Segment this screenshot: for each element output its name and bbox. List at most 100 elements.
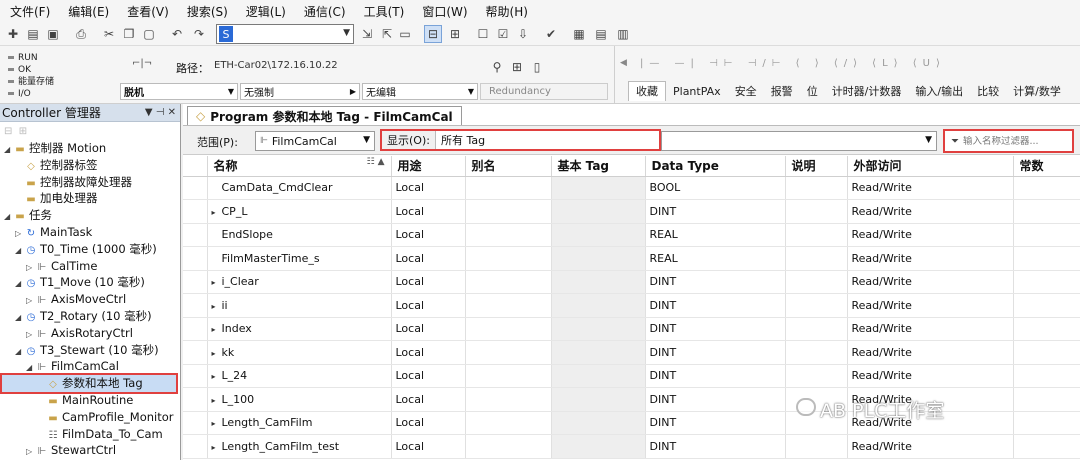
copy-icon[interactable]: ❐ [120, 25, 138, 43]
cell-name[interactable]: FilmMasterTime_s [207, 246, 392, 271]
cell-constant[interactable] [1013, 434, 1080, 459]
cell-alias[interactable] [465, 223, 552, 247]
cell-data-type[interactable]: DINT [645, 340, 786, 365]
cell-usage[interactable]: Local [391, 293, 466, 318]
search-combo[interactable]: S ▼ [216, 24, 354, 44]
cell-external-access[interactable]: Read/Write [847, 293, 1014, 318]
col-description[interactable]: 说明 [785, 156, 848, 177]
cell-base-tag[interactable] [551, 411, 646, 435]
expand-icon[interactable]: ▸ [212, 372, 222, 381]
menu-item[interactable]: 帮助(H) [480, 3, 534, 20]
cell-description[interactable] [785, 223, 848, 247]
offline-icon[interactable]: ▥ [614, 25, 632, 43]
tree-node[interactable]: ◇ 控制器标签 [15, 157, 97, 174]
expand-icon[interactable]: ▷ [26, 259, 36, 276]
cell-external-access[interactable]: Read/Write [847, 223, 1014, 247]
cell-data-type[interactable]: DINT [645, 270, 786, 294]
collapse-icon[interactable]: ◢ [15, 343, 25, 360]
pin-close-icons[interactable]: ▼ ⊣ ✕ [145, 107, 176, 118]
row-gutter[interactable] [183, 411, 208, 435]
cell-name[interactable]: ▸ Index [207, 317, 392, 341]
cell-name[interactable]: CamData_CmdClear [207, 176, 392, 200]
instruction-tab[interactable]: 计算/数学 [1006, 83, 1068, 99]
cell-alias[interactable] [465, 434, 552, 459]
expand-icon[interactable]: ▸ [212, 396, 222, 405]
tree-node[interactable]: ▬ 加电处理器 [15, 190, 97, 207]
cell-name[interactable]: ▸ CP_L [207, 199, 392, 224]
collapse-icon[interactable]: ◢ [4, 208, 14, 225]
cell-base-tag[interactable] [551, 434, 646, 459]
expand-icon[interactable]: ▷ [26, 292, 36, 309]
row-gutter[interactable] [183, 293, 208, 318]
row-gutter[interactable] [183, 340, 208, 365]
table-row[interactable]: CamData_CmdClear Local BOOL Read/Write [183, 176, 1080, 200]
menu-item[interactable]: 通信(C) [298, 3, 352, 20]
find-next-icon[interactable]: ⇱ [378, 25, 396, 43]
cell-constant[interactable] [1013, 223, 1080, 247]
instruction-tab[interactable]: 报警 [764, 83, 800, 99]
cell-base-tag[interactable] [551, 317, 646, 341]
cell-base-tag[interactable] [551, 293, 646, 318]
cell-usage[interactable]: Local [391, 364, 466, 388]
tree-node[interactable]: ☷ FilmData_To_Cam [37, 426, 163, 443]
menu-item[interactable]: 逻辑(L) [240, 3, 292, 20]
tree-node[interactable]: ▷ ↻ MainTask [15, 224, 92, 241]
download-icon[interactable]: ⇩ [514, 25, 532, 43]
table-row[interactable]: ▸ ii Local DINT Read/Write [183, 293, 1080, 318]
col-alias[interactable]: 别名 [465, 156, 552, 177]
cell-name[interactable]: ▸ Length_CamFilm_test [207, 434, 392, 459]
cell-data-type[interactable]: REAL [645, 223, 786, 247]
tree-node[interactable]: ▬ CamProfile_Monitor [37, 409, 173, 426]
tree-node[interactable]: ◢ ▬ 控制器 Motion [4, 140, 106, 157]
cell-name[interactable]: ▸ i_Clear [207, 270, 392, 294]
instruction-tab[interactable]: PlantPAx [666, 85, 728, 98]
cell-base-tag[interactable] [551, 246, 646, 271]
forces-dropdown[interactable]: 无强制 ▶ [240, 83, 360, 100]
col-constant[interactable]: 常数 [1013, 156, 1080, 177]
monitor-icon[interactable]: ▦ [570, 25, 588, 43]
edits-dropdown[interactable]: 无编辑 ▼ [362, 83, 478, 100]
online-icon[interactable]: ▤ [592, 25, 610, 43]
cell-alias[interactable] [465, 340, 552, 365]
tree-node[interactable]: ◢ ◷ T0_Time (1000 毫秒) [15, 241, 157, 258]
device-icon[interactable]: ▯ [528, 58, 546, 76]
collapse-icon[interactable]: ◢ [15, 242, 25, 259]
tree-node[interactable]: ▷ ⊩ AxisRotaryCtrl [26, 325, 133, 342]
table-row[interactable]: ▸ Index Local DINT Read/Write [183, 317, 1080, 341]
instruction-tab[interactable]: 位 [800, 83, 825, 99]
cell-description[interactable] [785, 270, 848, 294]
cell-name[interactable]: ▸ L_100 [207, 387, 392, 412]
cell-data-type[interactable]: BOOL [645, 176, 786, 200]
menu-item[interactable]: 窗口(W) [416, 3, 473, 20]
table-row[interactable]: ▸ L_100 Local DINT Read/Write [183, 387, 1080, 412]
tree-node[interactable]: ▷ ⊩ CalTime [26, 258, 97, 275]
cell-constant[interactable] [1013, 387, 1080, 412]
cell-usage[interactable]: Local [391, 434, 466, 459]
cell-usage[interactable]: Local [391, 246, 466, 271]
expand-icon[interactable]: ▸ [212, 302, 222, 311]
expand-icon[interactable]: ▸ [212, 349, 222, 358]
menu-item[interactable]: 查看(V) [121, 3, 175, 20]
cell-data-type[interactable]: DINT [645, 199, 786, 224]
col-data-type[interactable]: Data Type [645, 156, 786, 177]
expand-icon[interactable]: ▸ [212, 419, 222, 428]
cell-alias[interactable] [465, 270, 552, 294]
cell-external-access[interactable]: Read/Write [847, 340, 1014, 365]
row-gutter[interactable] [183, 317, 208, 341]
cell-base-tag[interactable] [551, 223, 646, 247]
show-dropdown-button[interactable]: ▼ [661, 131, 937, 151]
tree-view-icon[interactable]: ⊟ [424, 25, 442, 43]
cell-name[interactable]: ▸ kk [207, 340, 392, 365]
col-name[interactable]: 名称 ☷ ▲ [207, 156, 392, 177]
cell-name[interactable]: ▸ Length_CamFilm [207, 411, 392, 435]
cell-constant[interactable] [1013, 199, 1080, 224]
cell-base-tag[interactable] [551, 176, 646, 200]
expand-icon[interactable]: ▷ [26, 443, 36, 460]
expand-all-icon[interactable]: ⊞ [19, 126, 27, 137]
name-filter[interactable]: ⏷ [943, 129, 1074, 153]
tree-node[interactable]: ▷ ⊩ StewartCtrl [26, 442, 116, 459]
col-external-access[interactable]: 外部访问 [847, 156, 1014, 177]
cell-external-access[interactable]: Read/Write [847, 199, 1014, 224]
cell-usage[interactable]: Local [391, 223, 466, 247]
cell-data-type[interactable]: DINT [645, 317, 786, 341]
